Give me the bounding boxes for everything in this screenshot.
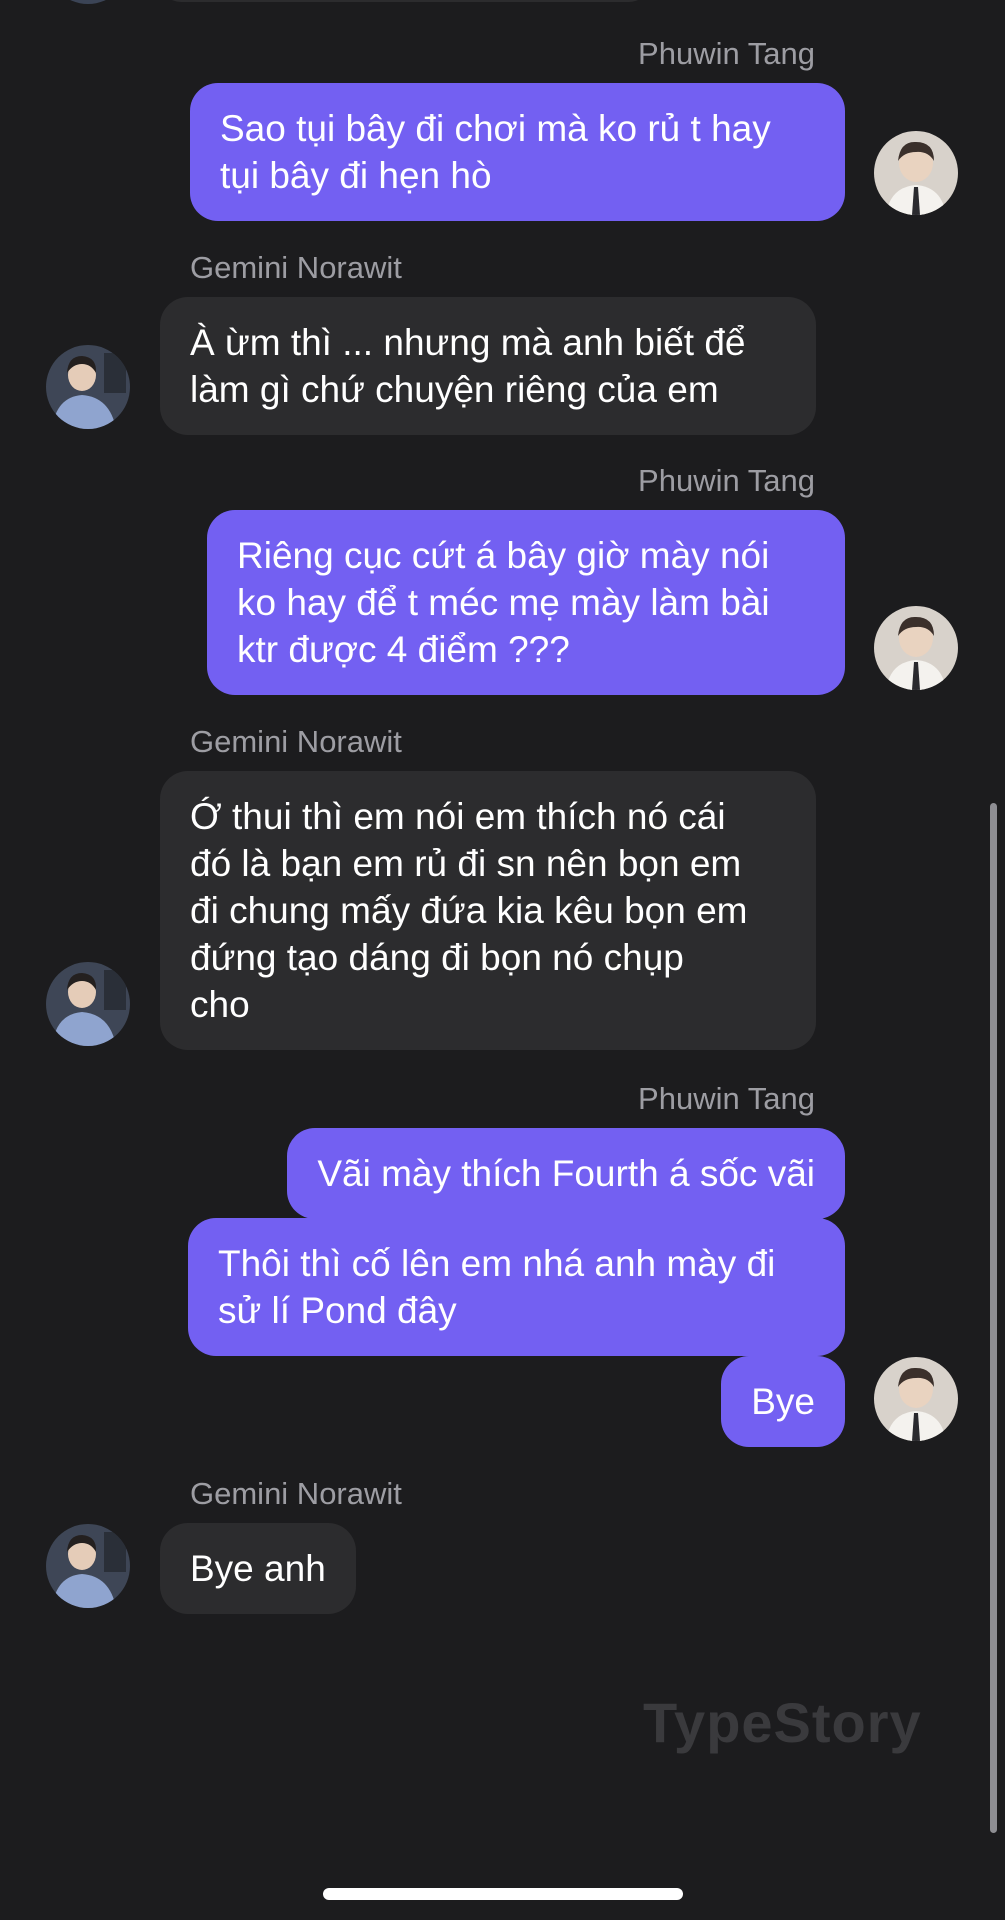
message-bubble-outgoing[interactable]: Sao tụi bây đi chơi mà ko rủ t hay tụi b… [190, 83, 845, 221]
avatar-phuwin[interactable] [874, 606, 958, 690]
user-photo-icon [46, 962, 130, 1046]
sender-name: Gemini Norawit [190, 1476, 402, 1511]
user-photo-icon [874, 1357, 958, 1441]
sender-name: Gemini Norawit [190, 250, 402, 285]
avatar-gemini[interactable] [46, 962, 130, 1046]
user-photo-icon [46, 345, 130, 429]
sender-name: Phuwin Tang [638, 463, 815, 498]
user-photo-icon [46, 1524, 130, 1608]
app-watermark: TypeStory [643, 1691, 922, 1754]
message-bubble-outgoing[interactable]: Riêng cục cứt á bây giờ mày nói ko hay đ… [207, 510, 845, 695]
user-photo-icon [874, 131, 958, 215]
partial-avatar [46, 0, 130, 4]
sender-name: Phuwin Tang [638, 1081, 815, 1116]
user-photo-icon [874, 606, 958, 690]
sender-name: Phuwin Tang [638, 36, 815, 71]
home-indicator[interactable] [323, 1888, 683, 1900]
message-bubble-incoming[interactable]: Bye anh [160, 1523, 356, 1614]
avatar-gemini[interactable] [46, 1524, 130, 1608]
message-bubble-incoming[interactable]: Ớ thui thì em nói em thích nó cái đó là … [160, 771, 816, 1050]
scrollbar[interactable] [990, 803, 997, 1833]
message-bubble-incoming[interactable]: À ừm thì ... nhưng mà anh biết để làm gì… [160, 297, 816, 435]
avatar-phuwin[interactable] [874, 131, 958, 215]
message-bubble-outgoing[interactable]: Thôi thì cố lên em nhá anh mày đi sử lí … [188, 1218, 845, 1356]
message-bubble-outgoing[interactable]: Bye [721, 1356, 845, 1447]
avatar-phuwin[interactable] [874, 1357, 958, 1441]
sender-name: Gemini Norawit [190, 724, 402, 759]
avatar-gemini[interactable] [46, 345, 130, 429]
message-bubble-outgoing[interactable]: Vãi mày thích Fourth á sốc vãi [287, 1128, 845, 1219]
partial-message-bubble [160, 0, 650, 2]
chat-screen: Phuwin Tang Sao tụi bây đi chơi mà ko rủ… [0, 0, 1005, 1920]
